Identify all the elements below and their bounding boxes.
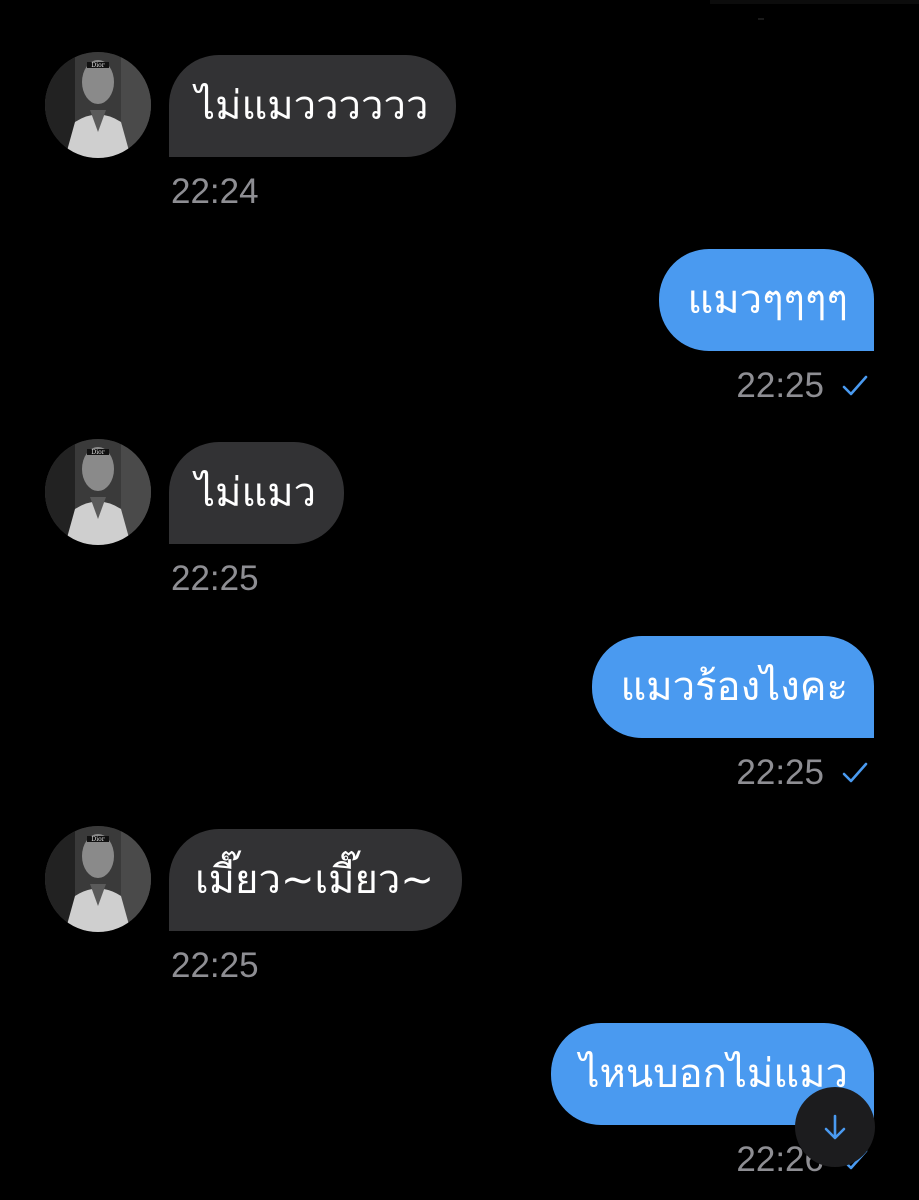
checkmark-icon — [842, 762, 868, 783]
avatar-logo-text: Dior — [91, 449, 104, 456]
message-text: ไม่แมวววววว — [195, 83, 429, 129]
message-timestamp: 22:25 — [736, 366, 824, 405]
message-timestamp: 22:25 — [171, 559, 259, 598]
message-text: แมวๆๆๆๆ — [687, 277, 848, 323]
avatar-logo-text: Dior — [91, 836, 104, 843]
avatar-logo-text: Dior — [91, 62, 104, 69]
message-text: ไหนบอกไม่แมว — [579, 1051, 848, 1097]
message-text: แมวร้องไงคะ — [620, 664, 848, 710]
message-text: เมี๊ยว~เมี๊ยว~ — [195, 857, 434, 903]
checkmark-icon — [842, 375, 868, 396]
message-bubble-incoming[interactable]: ไม่แมวววววว — [169, 55, 457, 157]
arrow-down-icon — [824, 1114, 846, 1140]
contact-avatar[interactable]: Dior — [45, 439, 151, 545]
message-timestamp: 22:25 — [736, 753, 824, 792]
top-indicator — [758, 18, 764, 20]
message-text: ไม่แมว — [195, 470, 317, 516]
message-bubble-outgoing[interactable]: แมวร้องไงคะ — [592, 636, 874, 738]
message-bubble-outgoing[interactable]: แมวๆๆๆๆ — [659, 249, 874, 351]
top-divider — [710, 0, 919, 4]
message-timestamp: 22:25 — [171, 946, 259, 985]
message-bubble-incoming[interactable]: ไม่แมว — [169, 442, 345, 544]
message-timestamp: 22:24 — [171, 172, 259, 211]
contact-avatar[interactable]: Dior — [45, 52, 151, 158]
scroll-to-bottom-button[interactable] — [795, 1087, 875, 1167]
message-bubble-incoming[interactable]: เมี๊ยว~เมี๊ยว~ — [169, 829, 462, 931]
contact-avatar[interactable]: Dior — [45, 826, 151, 932]
